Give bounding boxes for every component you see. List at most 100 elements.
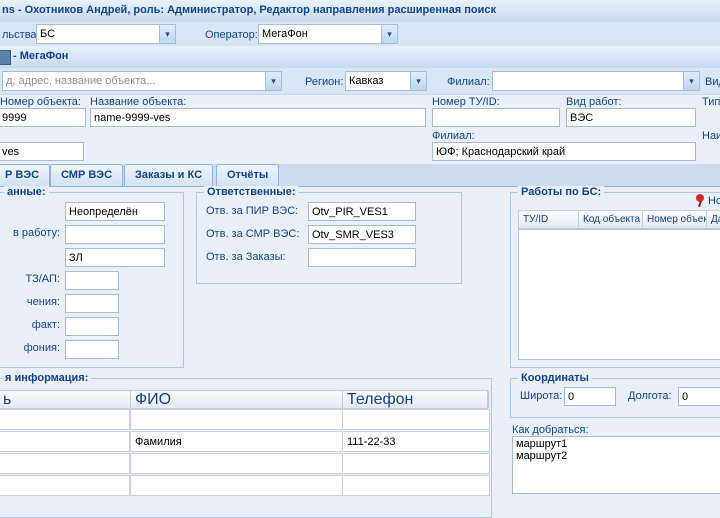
- contacts-cell-0-2[interactable]: [342, 409, 490, 430]
- construction-combo[interactable]: ▾: [36, 24, 176, 44]
- object-search-input[interactable]: [2, 71, 266, 91]
- tab-reports-label: Отчёты: [227, 169, 269, 181]
- object-code-input[interactable]: [0, 142, 84, 161]
- general-row-6-label: фония:: [23, 342, 60, 354]
- branch-filter-input[interactable]: [492, 71, 684, 91]
- tab-strip: Р ВЭС СМР ВЭС Заказы и КС Отчёты: [0, 164, 720, 187]
- object-number-label: Номер объекта:: [0, 96, 81, 108]
- object-search-arrow-icon[interactable]: ▾: [265, 71, 282, 91]
- works-column-date[interactable]: Дат: [707, 211, 720, 228]
- region-combo-input[interactable]: [345, 71, 411, 91]
- longitude-input[interactable]: [678, 387, 720, 406]
- section-header-bar: - МегаФон: [0, 46, 720, 69]
- general-row-0-input[interactable]: [65, 202, 165, 221]
- object-type-label: Тип р: [702, 96, 720, 108]
- general-row-3-input[interactable]: [65, 271, 119, 290]
- contacts-column-phone[interactable]: Телефон: [343, 391, 489, 408]
- contacts-cell-1-0[interactable]: [0, 431, 130, 452]
- branch-label: Филиал:: [432, 130, 475, 142]
- operator-combo-arrow-icon[interactable]: ▾: [381, 24, 398, 44]
- general-row-5-label: факт:: [31, 319, 60, 331]
- app-window: ns - Охотников Андрей, роль: Администрат…: [0, 0, 720, 518]
- contacts-grid-header: ь ФИО Телефон: [0, 390, 489, 409]
- search-toolbar: ▾ Регион: ▾ Филиал: ▾ Вид: [0, 68, 720, 95]
- worktype-input[interactable]: [566, 108, 696, 127]
- object-name-input[interactable]: [90, 108, 426, 127]
- general-row-2-input[interactable]: [65, 248, 165, 267]
- responsible-pir-input[interactable]: [308, 202, 416, 221]
- tab-reports[interactable]: Отчёты: [216, 164, 280, 186]
- general-row-1-label: в работу:: [12, 227, 60, 239]
- works-grid-header: ТУ/ID Код объекта Номер объекта Дат: [518, 210, 720, 229]
- object-name-label: Название объекта:: [90, 96, 187, 108]
- works-legend: Работы по БС:: [518, 186, 605, 198]
- contacts-cell-3-1[interactable]: [130, 475, 344, 496]
- contacts-legend: я информация:: [2, 372, 92, 384]
- branch-filter-arrow-icon[interactable]: ▾: [683, 71, 700, 91]
- contacts-cell-3-0[interactable]: [0, 475, 130, 496]
- object-number-input[interactable]: [0, 108, 86, 127]
- operator-combo[interactable]: ▾: [258, 24, 398, 44]
- branch-filter-combo[interactable]: ▾: [492, 71, 700, 91]
- section-icon: [0, 50, 11, 65]
- latitude-input[interactable]: [564, 387, 616, 406]
- app-title: ns - Охотников Андрей, роль: Администрат…: [2, 4, 497, 16]
- works-column-object-number[interactable]: Номер объекта: [643, 211, 707, 228]
- general-row-4-input[interactable]: [65, 294, 119, 313]
- object-search-combo[interactable]: ▾: [2, 71, 282, 91]
- responsible-smr-input[interactable]: [308, 225, 416, 244]
- tab-smr-ves[interactable]: СМР ВЭС: [50, 164, 124, 186]
- name2-cut-label: Наим: [702, 130, 720, 142]
- works-column-tu-id[interactable]: ТУ/ID: [519, 211, 579, 228]
- responsible-smr-label: Отв. за СМР ВЭС:: [206, 228, 300, 240]
- branch-filter-label: Филиал:: [447, 76, 490, 88]
- responsible-legend: Ответственные:: [204, 186, 299, 198]
- region-label: Регион:: [305, 76, 344, 88]
- contacts-cell-3-2[interactable]: [342, 475, 490, 496]
- tab-orders-ks[interactable]: Заказы и КС: [124, 164, 214, 186]
- filter-toolbar: льства: ▾ Оператор: ▾: [0, 22, 720, 47]
- works-column-object-code[interactable]: Код объекта: [579, 211, 643, 228]
- worktype-label: Вид работ:: [566, 96, 622, 108]
- tab-pir-ves-label: Р ВЭС: [5, 169, 40, 181]
- longitude-label: Долгота:: [628, 390, 672, 402]
- tu-id-input[interactable]: [432, 108, 560, 127]
- works-grid-body[interactable]: [518, 229, 720, 360]
- general-row-1-input[interactable]: [65, 225, 165, 244]
- responsible-orders-input[interactable]: [308, 248, 416, 267]
- branch-input[interactable]: [432, 142, 696, 161]
- directions-label: Как добраться:: [512, 424, 589, 436]
- construction-combo-input[interactable]: [36, 24, 160, 44]
- directions-textarea[interactable]: маршрут1 маршрут2: [512, 436, 720, 494]
- operator-label: Оператор:: [205, 29, 258, 41]
- contacts-cell-0-0[interactable]: [0, 409, 130, 430]
- contacts-cell-1-1[interactable]: Фамилия: [130, 431, 344, 452]
- contacts-cell-2-0[interactable]: [0, 453, 130, 474]
- operator-combo-input[interactable]: [258, 24, 382, 44]
- contacts-cell-1-2[interactable]: 111-22-33: [342, 431, 490, 452]
- region-combo-arrow-icon[interactable]: ▾: [410, 71, 427, 91]
- general-row-6-input[interactable]: [65, 340, 119, 359]
- contacts-cell-2-1[interactable]: [130, 453, 344, 474]
- construction-label: льства:: [2, 29, 40, 41]
- responsible-orders-label: Отв. за Заказы:: [206, 251, 286, 263]
- general-row-5-input[interactable]: [65, 317, 119, 336]
- general-row-4-label: чения:: [26, 296, 60, 308]
- contacts-cell-0-1[interactable]: [130, 409, 344, 430]
- contacts-cell-2-2[interactable]: [342, 453, 490, 474]
- region-combo[interactable]: ▾: [345, 71, 427, 91]
- coordinates-legend: Координаты: [518, 372, 592, 384]
- contacts-column-fio[interactable]: ФИО: [131, 391, 343, 408]
- tab-smr-ves-label: СМР ВЭС: [61, 169, 113, 181]
- latitude-label: Широта:: [520, 390, 563, 402]
- general-row-3-label: ТЗ/АП:: [25, 273, 60, 285]
- tab-orders-ks-label: Заказы и КС: [135, 169, 203, 181]
- app-title-bar: ns - Охотников Андрей, роль: Администрат…: [0, 0, 720, 23]
- section-title: - МегаФон: [13, 50, 69, 62]
- general-legend: анные:: [4, 186, 49, 198]
- construction-combo-arrow-icon[interactable]: ▾: [159, 24, 176, 44]
- contacts-column-role[interactable]: ь: [0, 391, 131, 408]
- tu-id-label: Номер ТУ/ID:: [432, 96, 500, 108]
- responsible-pir-label: Отв. за ПИР ВЭС:: [206, 205, 299, 217]
- tab-pir-ves[interactable]: Р ВЭС: [0, 164, 51, 186]
